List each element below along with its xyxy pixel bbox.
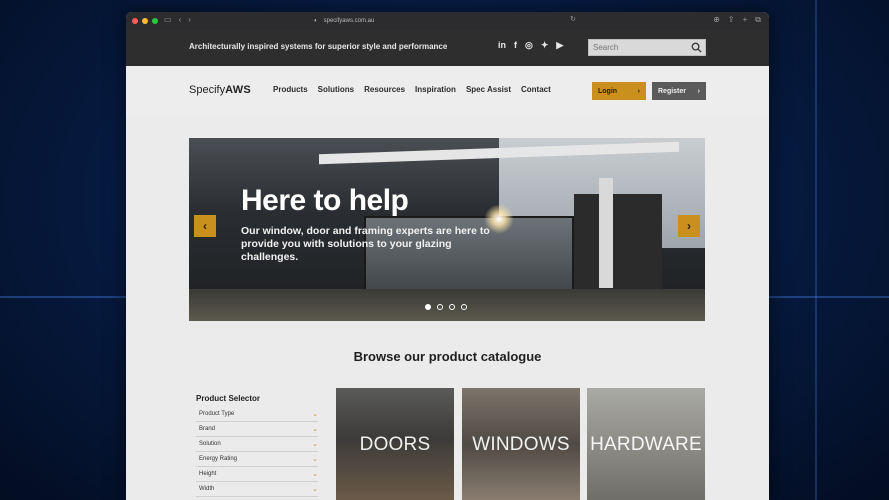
new-tab-icon[interactable]: + (743, 15, 748, 25)
site-tagline: Architecturally inspired systems for sup… (189, 42, 448, 51)
category-label: DOORS (359, 434, 431, 455)
hero-title: Here to help (241, 184, 409, 217)
register-button[interactable]: Register › (652, 82, 706, 100)
category-card-hardware[interactable]: HARDWARE (587, 388, 705, 500)
filter-solution[interactable]: Solution ⌄ (196, 437, 318, 452)
nav-link-solutions[interactable]: Solutions (318, 85, 354, 94)
chevron-down-icon: ⌄ (312, 441, 318, 448)
browser-toolbar: ▭ ‹ › ◐ specifyaws.com.au ↻ ⊕ ⇪ + ⧉ (126, 12, 769, 30)
back-icon[interactable]: ‹ (179, 15, 182, 24)
filter-brand[interactable]: Brand ⌄ (196, 422, 318, 437)
address-bar[interactable]: ◐ specifyaws.com.au (302, 15, 577, 27)
url-text: specifyaws.com.au (323, 18, 375, 24)
register-label: Register (658, 87, 687, 95)
search-input[interactable] (589, 43, 685, 52)
chevron-down-icon: ⌄ (312, 426, 318, 433)
filter-label: Width (199, 486, 215, 492)
social-links: in f ◎ ✦ ▶ (498, 40, 563, 51)
twitter-icon[interactable]: ✦ (541, 40, 549, 51)
filter-label: Height (199, 471, 217, 477)
category-label: WINDOWS (472, 434, 570, 455)
nav-link-resources[interactable]: Resources (364, 85, 405, 94)
carousel-prev-button[interactable]: ‹ (194, 215, 216, 237)
linkedin-icon[interactable]: in (498, 40, 506, 51)
youtube-icon[interactable]: ▶ (556, 40, 563, 51)
carousel-dot[interactable] (437, 304, 443, 310)
chevron-left-icon: ‹ (203, 219, 207, 233)
chevron-right-icon: › (637, 87, 640, 95)
forward-icon[interactable]: › (188, 15, 191, 24)
sidebar-icon[interactable]: ▭ (164, 15, 172, 24)
carousel-dot[interactable] (449, 304, 455, 310)
reload-icon[interactable]: ↻ (570, 15, 576, 23)
category-card-windows[interactable]: WINDOWS (462, 388, 580, 500)
product-selector-title: Product Selector (196, 394, 261, 403)
carousel-dot[interactable] (461, 304, 467, 310)
carousel-pagination (425, 304, 467, 310)
search-icon[interactable] (691, 42, 702, 53)
chevron-right-icon: › (697, 87, 700, 95)
site-search (588, 39, 706, 56)
hero-image-pillar (599, 178, 613, 288)
nav-link-contact[interactable]: Contact (521, 85, 551, 94)
download-icon[interactable]: ⊕ (713, 15, 720, 25)
close-window-button[interactable] (132, 18, 138, 24)
nav-link-inspiration[interactable]: Inspiration (415, 85, 456, 94)
login-button[interactable]: Login › (592, 82, 646, 100)
tabs-overview-icon[interactable]: ⧉ (755, 15, 761, 25)
category-card-doors[interactable]: DOORS (336, 388, 454, 500)
nav-link-products[interactable]: Products (273, 85, 308, 94)
nav-links: Products Solutions Resources Inspiration… (273, 85, 551, 94)
chevron-down-icon: ⌄ (312, 456, 318, 463)
hero-carousel: Here to help Our window, door and framin… (189, 138, 705, 321)
window-controls (132, 18, 158, 24)
nav-link-spec-assist[interactable]: Spec Assist (466, 85, 511, 94)
filter-label: Energy Rating (199, 456, 238, 462)
filter-label: Brand (199, 426, 216, 432)
instagram-icon[interactable]: ◎ (525, 40, 533, 51)
chevron-down-icon: ⌄ (312, 486, 318, 493)
site-top-bar: Architecturally inspired systems for sup… (126, 30, 769, 66)
filter-label: Solution (199, 441, 221, 447)
site-logo[interactable]: SpecifyAWS (189, 84, 251, 96)
carousel-next-button[interactable]: › (678, 215, 700, 237)
logo-text-light: Specify (189, 84, 226, 96)
category-label: HARDWARE (590, 434, 702, 455)
hero-subtitle: Our window, door and framing experts are… (241, 225, 490, 263)
main-navigation: SpecifyAWS Products Solutions Resources … (126, 66, 769, 116)
shield-icon: ◐ (314, 18, 318, 24)
filter-width[interactable]: Width ⌄ (196, 482, 318, 497)
filter-height[interactable]: Height ⌄ (196, 467, 318, 482)
product-selector: Product Selector Product Type ⌄ Brand ⌄ … (196, 394, 318, 497)
carousel-dot[interactable] (425, 304, 431, 310)
background-glow-line (815, 0, 817, 500)
chevron-down-icon: ⌄ (312, 471, 318, 478)
browser-window: ▭ ‹ › ◐ specifyaws.com.au ↻ ⊕ ⇪ + ⧉ Arch… (126, 12, 769, 500)
zoom-window-button[interactable] (152, 18, 158, 24)
chevron-down-icon: ⌄ (312, 411, 318, 418)
filter-energy-rating[interactable]: Energy Rating ⌄ (196, 452, 318, 467)
share-icon[interactable]: ⇪ (728, 15, 735, 25)
filter-label: Product Type (199, 411, 235, 417)
minimize-window-button[interactable] (142, 18, 148, 24)
facebook-icon[interactable]: f (514, 40, 517, 51)
catalogue-heading: Browse our product catalogue (353, 349, 542, 364)
logo-text-bold: AWS (225, 84, 252, 96)
chevron-right-icon: › (687, 219, 691, 233)
browser-actions: ⊕ ⇪ + ⧉ (713, 15, 761, 25)
login-label: Login (598, 87, 618, 95)
browser-nav-controls: ▭ ‹ › (164, 15, 191, 24)
filter-product-type[interactable]: Product Type ⌄ (196, 407, 318, 422)
